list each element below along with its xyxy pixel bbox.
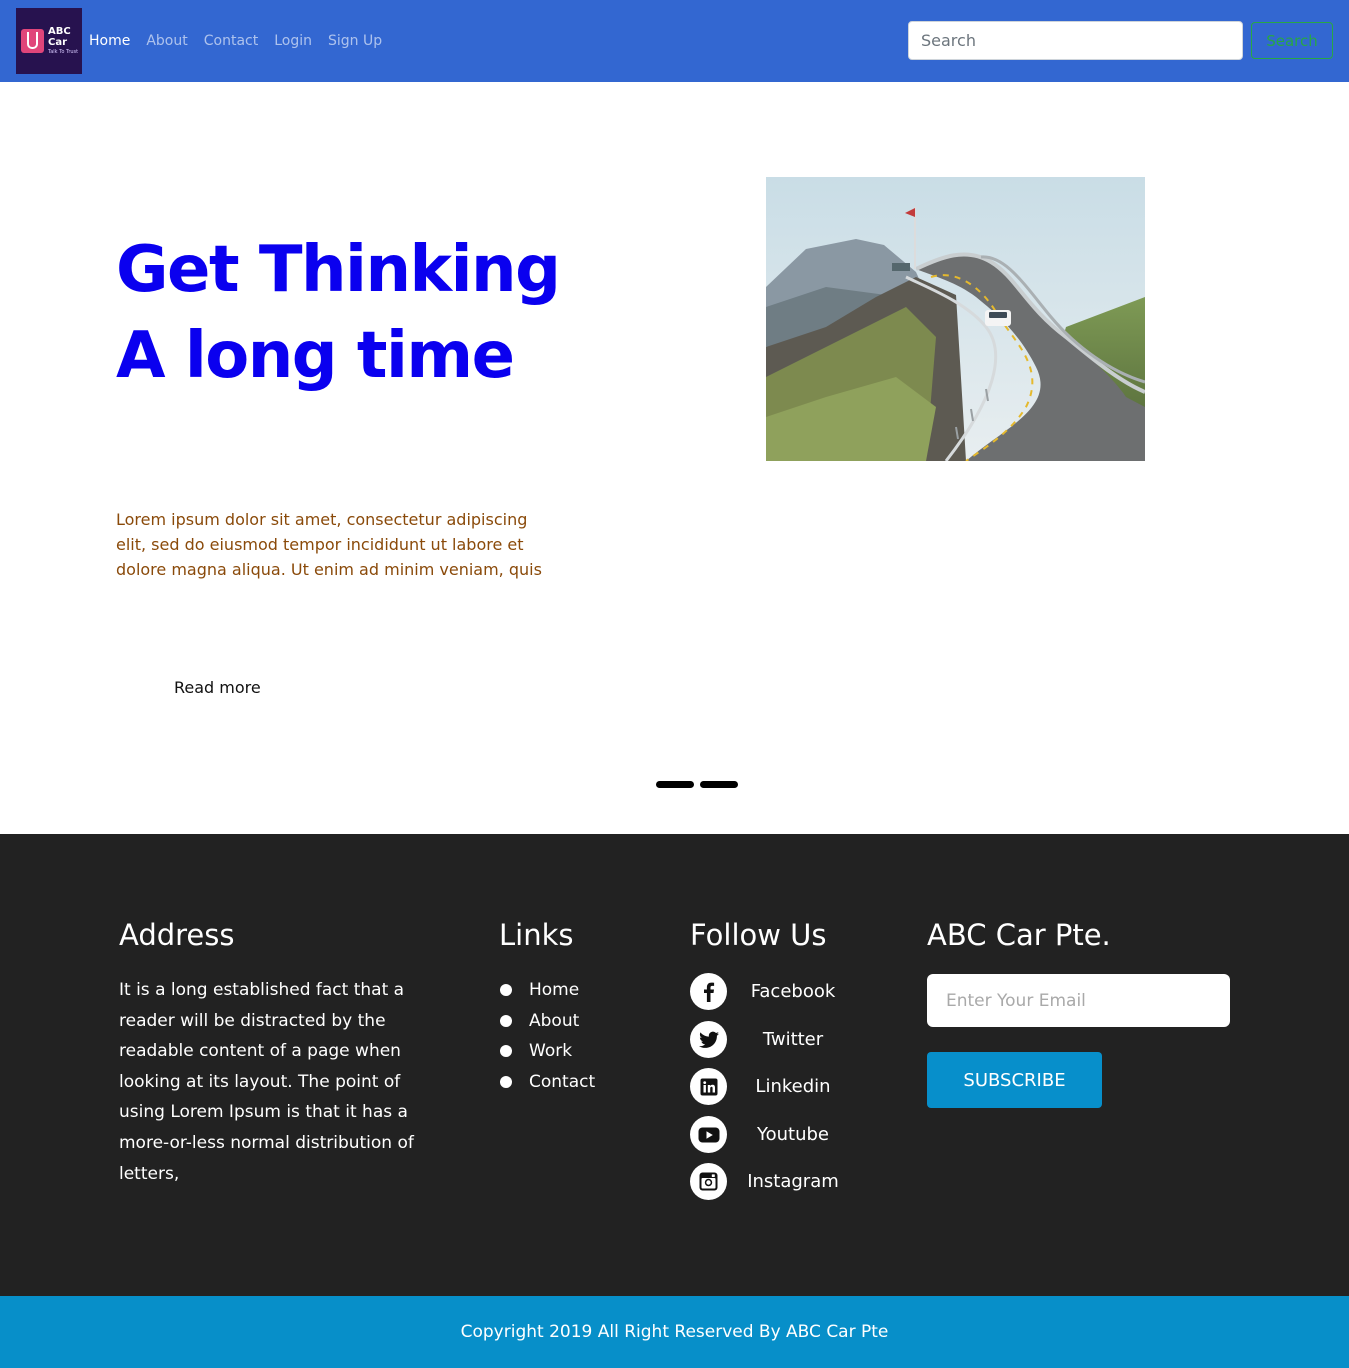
footer-link-label: About xyxy=(529,1010,580,1031)
nav-link-signup[interactable]: Sign Up xyxy=(328,33,382,49)
subscribe-button[interactable]: SUBSCRIBE xyxy=(927,1052,1102,1108)
read-more-link[interactable]: Read more xyxy=(174,678,261,697)
bullet-icon xyxy=(500,984,512,996)
social-label: Twitter xyxy=(762,1029,824,1050)
bullet-icon xyxy=(500,1075,512,1088)
social-facebook[interactable]: Facebook xyxy=(690,973,850,1011)
search-input[interactable] xyxy=(908,21,1243,60)
nav-link-home[interactable]: Home xyxy=(89,33,130,49)
footer-links-list: Home About Work Contact xyxy=(500,975,595,1097)
social-twitter[interactable]: Twitter xyxy=(690,1021,850,1059)
hero-title: Get Thinking A long time xyxy=(116,233,561,393)
follow-heading: Follow Us xyxy=(690,918,827,952)
nav-links: Home About Contact Login Sign Up xyxy=(89,0,398,82)
footer-link-label: Home xyxy=(529,980,580,1000)
footer: Address It is a long established fact th… xyxy=(0,834,1349,1296)
twitter-icon xyxy=(690,1021,727,1058)
social-linkedin[interactable]: Linkedin xyxy=(690,1068,850,1106)
email-field[interactable] xyxy=(927,974,1230,1027)
social-label: Facebook xyxy=(750,981,836,1002)
copyright-text: Copyright 2019 All Right Reserved By ABC… xyxy=(460,1322,889,1342)
social-label: Linkedin xyxy=(755,1076,831,1097)
carousel-indicator-2[interactable] xyxy=(700,781,738,788)
navbar: ABC Car Talk To Trust Home About Contact… xyxy=(0,0,1349,82)
linkedin-icon xyxy=(690,1068,727,1105)
nav-link-login[interactable]: Login xyxy=(274,33,312,49)
carousel-indicator-1[interactable] xyxy=(656,781,694,788)
instagram-icon xyxy=(690,1163,727,1200)
address-heading: Address xyxy=(119,918,235,952)
search-button[interactable]: Search xyxy=(1251,22,1333,59)
bullet-icon xyxy=(500,1014,512,1027)
road-landscape-illustration xyxy=(766,177,1145,461)
brand-tagline: Talk To Trust xyxy=(48,49,79,55)
brand-mark-icon xyxy=(21,29,44,53)
links-heading: Links xyxy=(499,918,574,952)
copyright-bar: Copyright 2019 All Right Reserved By ABC… xyxy=(0,1296,1349,1368)
newsletter-heading: ABC Car Pte. xyxy=(927,918,1111,952)
social-instagram[interactable]: Instagram xyxy=(690,1163,850,1201)
facebook-icon xyxy=(690,973,727,1010)
social-label: Youtube xyxy=(757,1124,829,1145)
social-label: Instagram xyxy=(747,1171,839,1192)
footer-link-label: Contact xyxy=(529,1071,596,1092)
hero-image xyxy=(766,177,1145,461)
footer-link-work[interactable]: Work xyxy=(500,1036,595,1067)
address-text: It is a long established fact that a rea… xyxy=(119,980,414,1184)
footer-link-about[interactable]: About xyxy=(500,1006,595,1037)
nav-link-about[interactable]: About xyxy=(146,33,187,49)
footer-link-contact[interactable]: Contact xyxy=(500,1067,595,1098)
footer-link-home[interactable]: Home xyxy=(500,975,595,1006)
nav-link-contact[interactable]: Contact xyxy=(204,33,258,49)
brand-title: ABC Car xyxy=(48,26,71,48)
brand-logo[interactable]: ABC Car Talk To Trust xyxy=(16,8,82,74)
bullet-icon xyxy=(500,1045,512,1058)
social-youtube[interactable]: Youtube xyxy=(690,1116,850,1154)
hero-text: Lorem ipsum dolor sit amet, consectetur … xyxy=(116,510,542,579)
footer-link-label: Work xyxy=(529,1041,573,1062)
youtube-icon xyxy=(690,1116,727,1153)
